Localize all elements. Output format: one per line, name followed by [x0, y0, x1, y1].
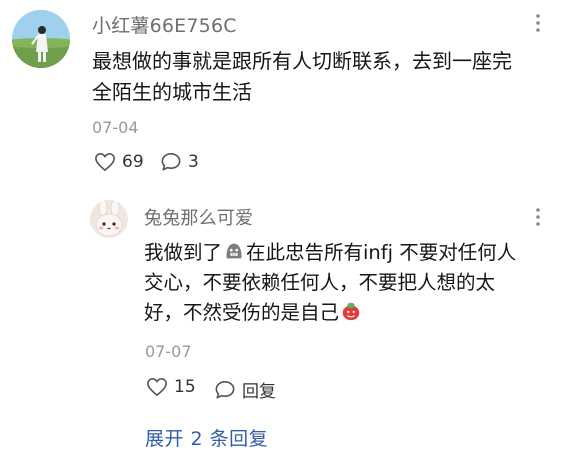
reply-count-button[interactable]: 3: [160, 152, 199, 172]
reply-count: 3: [188, 152, 199, 172]
comment-username[interactable]: 小红薯66E756C: [92, 11, 237, 38]
reply-avatar[interactable]: [90, 200, 128, 238]
like-button[interactable]: 69: [94, 152, 144, 172]
reply-like-count: 15: [174, 377, 196, 397]
comment-bubble-icon: [215, 380, 235, 399]
bunny-avatar-icon: [90, 200, 128, 238]
reply-date: 07-07: [145, 342, 192, 361]
grimace-emoji-icon: [226, 243, 242, 259]
reply-more-icon[interactable]: [527, 206, 549, 228]
reply-text-line2: 交心，不要依赖任何人，不要把人想的太: [144, 271, 496, 294]
heart-icon: [147, 377, 167, 397]
avatar[interactable]: [12, 10, 70, 68]
heart-icon: [95, 152, 115, 172]
reply-text-line3: 好，不然受伤的是自己: [144, 301, 340, 324]
comment-bubble-icon: [161, 153, 181, 171]
like-count: 69: [122, 152, 144, 172]
reply-like-button[interactable]: 15: [146, 377, 196, 397]
more-icon[interactable]: [527, 12, 549, 34]
comment-content: 最想做的事就是跟所有人切断联系，去到一座完 全陌生的城市生活: [92, 49, 512, 104]
comment-date: 07-04: [92, 118, 139, 137]
expand-replies-link[interactable]: 展开 2 条回复: [145, 424, 268, 451]
reply-username[interactable]: 兔兔那么可爱: [144, 204, 253, 230]
reply-button[interactable]: 回复: [214, 377, 276, 402]
reply-button-label: 回复: [242, 382, 276, 402]
reply-content: 我做到了 在此忠告所有infj 不要对任何人 交心，不要依赖任何人，不要把人想的…: [144, 238, 554, 328]
avatar-photo-icon: [12, 10, 70, 68]
red-face-emoji-icon: [342, 302, 360, 321]
reply-text-part1: 我做到了: [144, 241, 223, 264]
reply-text-part2: 在此忠告所有infj 不要对任何人: [246, 241, 517, 264]
